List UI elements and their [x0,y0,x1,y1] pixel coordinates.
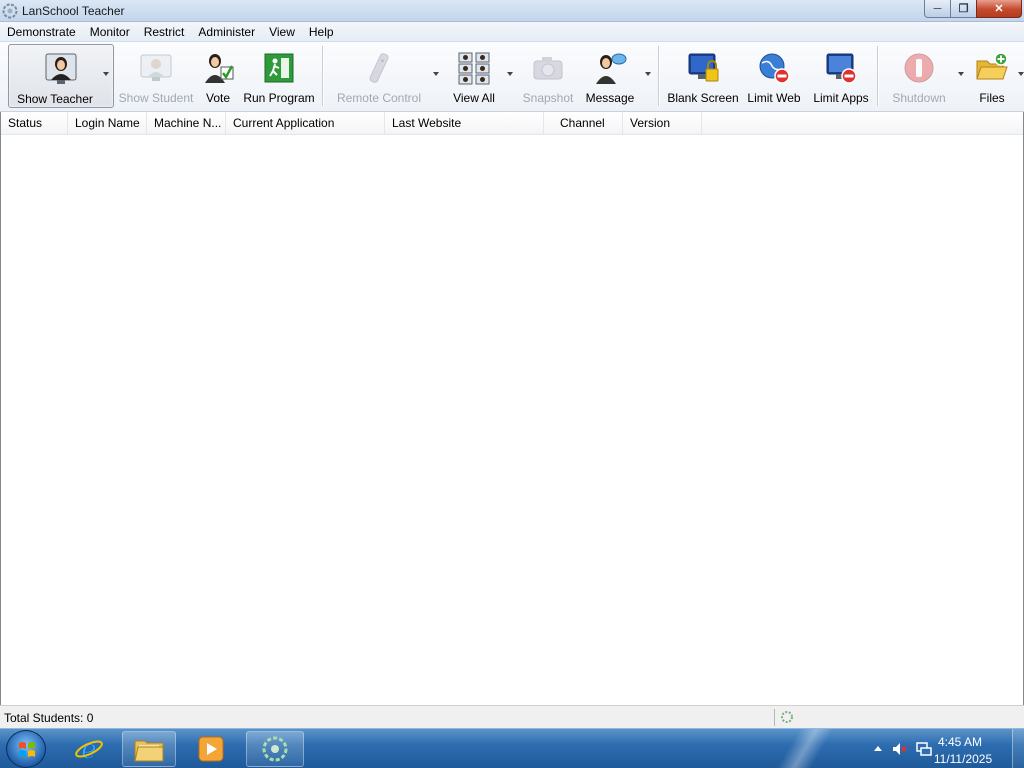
limit-web-button[interactable]: Limit Web [744,44,804,108]
student-screen-icon [139,50,173,86]
shutdown-dropdown-arrow[interactable] [958,72,964,76]
lanschool-logo-icon [2,3,18,18]
vote-button[interactable]: Vote [198,44,238,108]
menu-restrict[interactable]: Restrict [137,25,192,39]
show-desktop-button[interactable] [1012,729,1024,768]
clock-date[interactable]: 11/11/2025 [923,752,1003,766]
limit-web-label: Limit Web [747,91,801,105]
list-header: Status Login Name Machine N... Current A… [1,112,1023,135]
menu-demonstrate[interactable]: Demonstrate [0,25,83,39]
toolbar-separator [658,46,659,106]
window-title: LanSchool Teacher [22,3,125,18]
remote-control-dropdown-arrow[interactable] [433,72,439,76]
vote-label: Vote [205,91,231,105]
column-last-website[interactable]: Last Website [385,112,544,134]
connection-spinner-icon [781,711,793,723]
snapshot-button[interactable]: Snapshot [520,44,576,108]
view-all-label: View All [453,91,495,105]
blank-screen-lock-icon [686,50,720,86]
camera-icon [531,50,565,86]
remote-control-button[interactable]: Remote Control [334,44,424,108]
message-dropdown-arrow[interactable] [645,72,651,76]
files-button[interactable]: Files [972,44,1012,108]
column-current-application[interactable]: Current Application [226,112,385,134]
window-controls: ─ ❐ ✕ [924,0,1022,18]
column-machine-name[interactable]: Machine N... [147,112,226,134]
lanschool-icon [262,736,288,762]
show-student-label: Show Student [118,91,194,105]
taskbar-internet-explorer[interactable]: e [62,731,116,767]
toolbar-separator [322,46,323,106]
vote-checkmark-icon [201,50,235,86]
run-program-button[interactable]: Run Program [242,44,316,108]
files-dropdown-arrow[interactable] [1018,72,1024,76]
view-all-grid-icon [457,50,491,86]
svg-text:e: e [81,735,96,764]
column-version[interactable]: Version [623,112,702,134]
message-chat-icon [593,50,627,86]
windows-logo-icon [19,742,35,757]
view-all-dropdown-arrow[interactable] [507,72,513,76]
status-bar: Total Students: 0 [0,705,1024,728]
start-button[interactable] [6,730,46,768]
restore-icon: ❐ [958,3,969,15]
taskbar-file-explorer[interactable] [122,731,176,767]
blank-screen-label: Blank Screen [667,91,739,105]
shutdown-button[interactable]: Shutdown [888,44,950,108]
media-player-icon [198,736,224,762]
snapshot-label: Snapshot [522,91,574,105]
close-icon: ✕ [994,3,1004,15]
volume-muted-icon[interactable] [892,741,908,757]
files-folder-icon [975,50,1009,86]
column-login-name[interactable]: Login Name [68,112,147,134]
menu-administer[interactable]: Administer [191,25,262,39]
menu-monitor[interactable]: Monitor [83,25,137,39]
limit-web-globe-icon [757,50,791,86]
message-button[interactable]: Message [584,44,636,108]
menu-view[interactable]: View [262,25,302,39]
student-list[interactable]: Status Login Name Machine N... Current A… [0,112,1024,705]
status-divider [774,709,775,726]
taskbar-glare [760,729,850,768]
limit-apps-button[interactable]: Limit Apps [810,44,872,108]
file-explorer-icon [134,740,164,762]
message-label: Message [585,91,635,105]
clock-time[interactable]: 4:45 AM [925,735,995,749]
menu-bar: Demonstrate Monitor Restrict Administer … [0,22,1024,42]
teacher-presenting-icon [44,51,78,87]
show-teacher-dropdown-arrow[interactable] [103,72,109,76]
shutdown-label: Shutdown [892,91,946,105]
taskbar-media-player[interactable] [184,731,238,767]
show-teacher-label: Show Teacher [17,92,93,106]
maximize-button[interactable]: ❐ [950,0,976,18]
tray-expand-arrow-icon[interactable] [874,745,882,751]
remote-control-icon [362,50,396,86]
total-students-count: Total Students: 0 [4,711,94,725]
shutdown-icon [902,50,936,86]
column-channel[interactable]: Channel [544,112,623,134]
limit-apps-icon [824,50,858,86]
minimize-icon: ─ [933,2,942,15]
column-status[interactable]: Status [1,112,68,134]
menu-help[interactable]: Help [302,25,341,39]
taskbar: e 4:45 AM 11/11/2025 [0,728,1024,768]
internet-explorer-icon: e [75,735,103,764]
limit-apps-label: Limit Apps [813,91,869,105]
blank-screen-button[interactable]: Blank Screen [666,44,740,108]
close-button[interactable]: ✕ [976,0,1022,18]
view-all-button[interactable]: View All [448,44,500,108]
files-label: Files [979,91,1005,105]
run-program-exit-icon [262,50,296,86]
show-student-button[interactable]: Show Student [118,44,194,108]
remote-control-label: Remote Control [336,91,422,105]
title-bar: LanSchool Teacher ─ ❐ ✕ [0,0,1024,22]
run-program-label: Run Program [243,91,315,105]
toolbar-separator [877,46,878,106]
taskbar-lanschool[interactable] [246,731,304,767]
toolbar: Show Teacher Show Student Vote Run Progr… [0,42,1024,112]
show-teacher-button[interactable]: Show Teacher [8,44,114,108]
minimize-button[interactable]: ─ [924,0,950,18]
